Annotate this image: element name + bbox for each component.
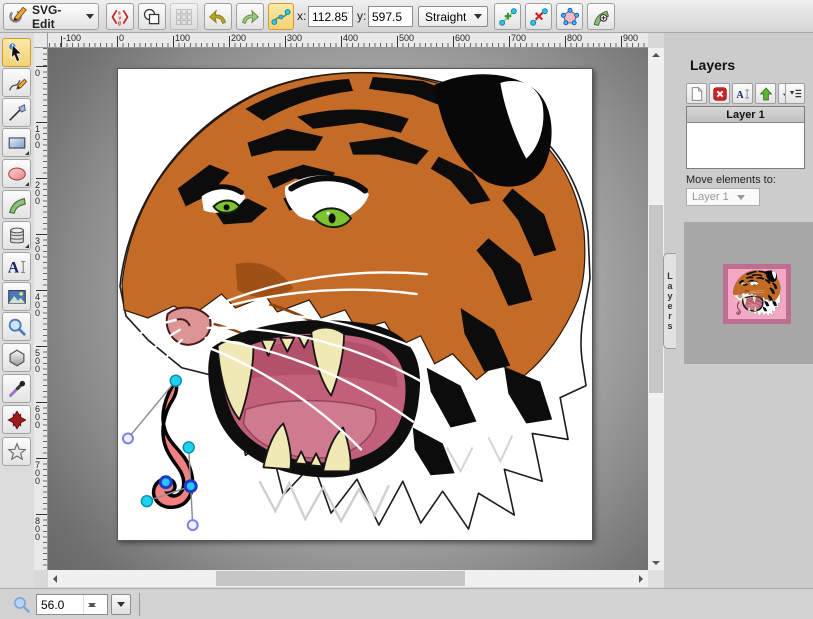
node-y-input[interactable]: [368, 6, 413, 27]
zoom-tool-button[interactable]: [2, 312, 31, 341]
zoom-icon: [12, 595, 31, 619]
shape-library-button[interactable]: [2, 221, 31, 250]
segment-type-value: Straight: [425, 10, 466, 24]
chevron-down-icon: [117, 602, 125, 607]
rename-layer-button[interactable]: A: [732, 83, 753, 104]
svg-edit-application: SVG-Edit svg x: y: Straight: [0, 0, 813, 619]
scrollbar-corner: [648, 570, 664, 587]
ellipse-tool-button[interactable]: [2, 159, 31, 188]
vertical-scrollbar[interactable]: [648, 48, 664, 570]
zoom-level-spinbox[interactable]: [36, 594, 108, 615]
insert-node-button[interactable]: [494, 3, 521, 30]
zoom-step-down-icon: [88, 603, 96, 611]
layers-panel-title: Layers: [690, 57, 735, 73]
node-y-label: y:: [357, 9, 366, 23]
chevron-down-icon: [474, 14, 482, 19]
vertical-scroll-thumb[interactable]: [649, 205, 663, 393]
source-code-button[interactable]: svg: [106, 3, 134, 30]
scroll-right-button[interactable]: [634, 570, 648, 587]
layer-row-layer1[interactable]: Layer 1: [687, 107, 804, 123]
new-layer-button[interactable]: [686, 83, 707, 104]
eyedropper-tool-button[interactable]: [2, 374, 31, 403]
zoom-stepper[interactable]: [83, 595, 99, 614]
main-menu-button[interactable]: SVG-Edit: [3, 3, 99, 30]
link-control-points-toggle[interactable]: [268, 3, 294, 30]
svg-edit-logo-icon: [8, 4, 28, 29]
line-tool-button[interactable]: [2, 98, 31, 127]
chevron-down-icon: [737, 195, 745, 200]
path-node-overlay[interactable]: [123, 375, 198, 530]
tiger-drawing[interactable]: [120, 73, 590, 529]
pencil-tool-button[interactable]: [2, 68, 31, 97]
scroll-left-button[interactable]: [48, 570, 62, 587]
vertical-ruler: 01 0 02 0 03 0 04 0 05 0 06 0 07 0 08 0 …: [34, 48, 48, 570]
move-layer-up-button[interactable]: [755, 83, 776, 104]
svg-text:g: g: [118, 20, 121, 26]
horizontal-scrollbar[interactable]: [48, 570, 648, 587]
horizontal-ruler: -1000100200300400500600700800900: [48, 33, 648, 48]
top-toolbar: SVG-Edit svg x: y: Straight: [0, 0, 813, 33]
layers-panel: L a y e r s Layers A Layer 1 Move elemen…: [664, 33, 813, 588]
open-close-path-button[interactable]: [556, 3, 583, 30]
layer-menu-button[interactable]: [785, 83, 805, 104]
rectangle-tool-button[interactable]: [2, 128, 31, 157]
delete-node-button[interactable]: [525, 3, 552, 30]
svg-canvas[interactable]: [117, 68, 593, 541]
layer-preview-area: [684, 222, 813, 364]
star-tool-button[interactable]: [2, 437, 31, 466]
layer-list: Layer 1: [686, 106, 805, 169]
ruler-corner: [34, 33, 48, 48]
path-tool-button[interactable]: [2, 190, 31, 219]
move-target-value: Layer 1: [692, 191, 729, 203]
text-tool-button[interactable]: A: [2, 252, 31, 281]
delete-layer-button[interactable]: [709, 83, 730, 104]
segment-type-select[interactable]: Straight: [418, 6, 488, 27]
svg-text:A: A: [7, 259, 19, 276]
horizontal-scroll-thumb[interactable]: [216, 571, 465, 586]
node-x-input[interactable]: [308, 6, 353, 27]
chevron-down-icon: [86, 14, 94, 19]
flyout-arrow-icon: [25, 151, 29, 155]
workspace[interactable]: [48, 48, 648, 570]
image-tool-button[interactable]: [2, 282, 31, 311]
shapes-wireframe-button[interactable]: [138, 3, 166, 30]
connector-tool-button[interactable]: [2, 405, 31, 434]
move-elements-label: Move elements to:: [686, 174, 776, 186]
select-tool-button[interactable]: [2, 38, 31, 67]
flyout-arrow-icon: [25, 244, 29, 248]
flyout-arrow-icon: [25, 182, 29, 186]
scroll-up-button[interactable]: [648, 48, 664, 62]
layers-panel-toggle-tab[interactable]: L a y e r s: [663, 253, 676, 349]
svg-text:A: A: [736, 90, 744, 101]
scroll-down-button[interactable]: [648, 556, 664, 570]
move-elements-select[interactable]: Layer 1: [686, 188, 760, 206]
layers-tab-label: L a y e r s: [667, 271, 673, 331]
grid-button[interactable]: [170, 3, 198, 30]
zoom-level-input[interactable]: [37, 598, 83, 612]
logo-label: SVG-Edit: [32, 3, 82, 31]
layer-thumbnail[interactable]: [723, 264, 791, 324]
polygon-tool-button[interactable]: [2, 343, 31, 372]
redo-button[interactable]: [236, 3, 264, 30]
undo-button[interactable]: [204, 3, 232, 30]
status-bar: [0, 588, 813, 619]
add-subpath-button[interactable]: [587, 3, 615, 30]
zoom-preset-dropdown[interactable]: [111, 594, 131, 615]
node-x-label: x:: [297, 9, 306, 23]
tools-panel: A: [0, 33, 34, 588]
statusbar-separator: [139, 593, 140, 616]
